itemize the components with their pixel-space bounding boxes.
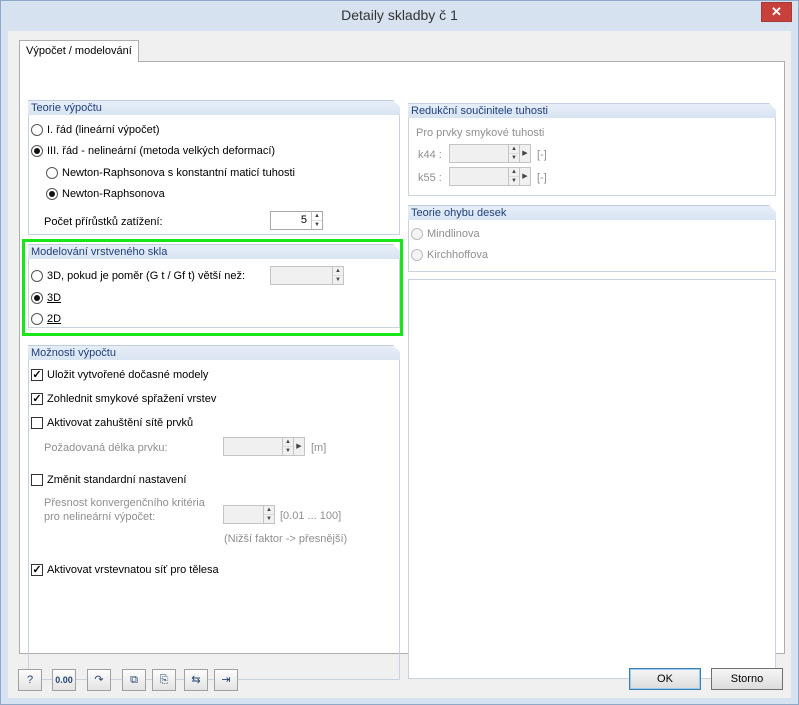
radio-icon[interactable]: [46, 188, 58, 200]
precision-hint: (Nižší faktor -> přesnější): [224, 533, 348, 545]
up-arrow-icon[interactable]: ▲: [283, 438, 293, 446]
k44-stepper[interactable]: ▲ ▼ ▶: [449, 144, 531, 163]
k55-stepper[interactable]: ▲ ▼ ▶: [449, 167, 531, 186]
k55-unit: [-]: [537, 172, 547, 184]
radio-icon[interactable]: [411, 249, 423, 261]
radio-label: III. řád - nelineární (metoda velkých de…: [47, 145, 276, 157]
precision-stepper[interactable]: ▲ ▼: [223, 505, 275, 524]
arrow-right-icon[interactable]: ▶: [519, 145, 530, 162]
increments-label: Počet přírůstků zatížení:: [44, 216, 163, 228]
radio-label: I. řád (lineární výpočet): [47, 124, 160, 136]
paste-icon: ⎘: [159, 674, 169, 686]
up-arrow-icon[interactable]: ▲: [312, 212, 322, 220]
up-arrow-icon[interactable]: ▲: [509, 168, 519, 176]
down-arrow-icon[interactable]: ▼: [312, 220, 322, 229]
group-moznosti-vypoctu: Možnosti výpočtu ✓ Uložit vytvořené doča…: [28, 345, 401, 680]
tab-vypocet-modelovani[interactable]: Výpočet / modelování: [19, 40, 139, 62]
ok-button[interactable]: OK: [629, 668, 701, 690]
k55-label: k55 :: [418, 172, 442, 184]
checkmark-icon[interactable]: ✓: [31, 564, 43, 576]
checkbox-shear-coupling[interactable]: ✓ Zohlednit smykové spřažení vrstev: [31, 393, 216, 405]
copy-button[interactable]: ⧉: [122, 669, 146, 691]
paste-button[interactable]: ⎘: [152, 669, 176, 691]
units-button[interactable]: 0.00: [52, 669, 76, 691]
radio-kirchhoff[interactable]: Kirchhoffova: [411, 249, 488, 261]
import-icon: ⇆: [191, 674, 201, 686]
element-length-unit: [m]: [311, 442, 327, 454]
checkbox-label: Aktivovat vrstevnatou síť pro tělesa: [47, 564, 219, 576]
down-arrow-icon[interactable]: ▼: [264, 514, 274, 523]
checkbox-icon[interactable]: [31, 474, 43, 486]
radio-icon[interactable]: [46, 167, 58, 179]
group-title: Teorie výpočtu: [28, 100, 401, 115]
group-title: Teorie ohybu desek: [408, 205, 777, 220]
group-title: Redukční součinitele tuhosti: [408, 103, 777, 118]
checkbox-mesh-refinement[interactable]: Aktivovat zahuštění sítě prvků: [31, 417, 193, 429]
arrow-right-icon[interactable]: ▶: [519, 168, 530, 185]
up-arrow-icon[interactable]: ▲: [509, 145, 519, 153]
export-icon: ⇥: [221, 674, 231, 686]
group-title: Možnosti výpočtu: [28, 345, 401, 360]
units-icon: 0.00: [55, 675, 73, 685]
checkbox-label: Zohlednit smykové spřažení vrstev: [47, 393, 217, 405]
help-icon: ?: [26, 674, 34, 686]
checkbox-layered-mesh[interactable]: ✓ Aktivovat vrstevnatou síť pro tělesa: [31, 564, 219, 576]
close-button[interactable]: ✕: [761, 2, 792, 22]
export-button[interactable]: ⇥: [214, 669, 238, 691]
radio-newton-constant[interactable]: Newton-Raphsonova s konstantní maticí tu…: [46, 167, 295, 179]
checkmark-icon[interactable]: ✓: [31, 369, 43, 381]
checkbox-label: Aktivovat zahuštění sítě prvků: [47, 417, 194, 429]
window-title: Detaily skladby č 1: [341, 7, 458, 23]
radio-first-order[interactable]: I. řád (lineární výpočet): [31, 124, 160, 136]
increments-stepper[interactable]: 5 ▲ ▼: [270, 211, 323, 230]
k44-unit: [-]: [537, 149, 547, 161]
dialog-client: Výpočet / modelování Teorie výpočtu I. ř…: [8, 31, 791, 698]
radio-third-order[interactable]: III. řád - nelineární (metoda velkých de…: [31, 145, 275, 157]
help-button[interactable]: ?: [18, 669, 42, 691]
radio-label: Kirchhoffova: [427, 249, 488, 261]
highlight-box: [22, 239, 403, 336]
checkbox-label: Změnit standardní nastavení: [47, 474, 187, 486]
radio-newton[interactable]: Newton-Raphsonova: [46, 188, 165, 200]
checkbox-icon[interactable]: [31, 417, 43, 429]
radio-label: Newton-Raphsonova: [62, 188, 165, 200]
empty-panel: [408, 279, 776, 679]
checkbox-change-defaults[interactable]: Změnit standardní nastavení: [31, 474, 186, 486]
tab-panel: Teorie výpočtu I. řád (lineární výpočet)…: [19, 61, 785, 680]
precision-label-line2: pro nelineární výpočet:: [44, 511, 156, 523]
increments-value[interactable]: 5: [271, 212, 311, 229]
radio-icon[interactable]: [31, 124, 43, 136]
precision-range: [0.01 ... 100]: [280, 510, 342, 522]
radio-icon[interactable]: [411, 228, 423, 240]
radio-label: Newton-Raphsonova s konstantní maticí tu…: [62, 167, 295, 179]
precision-label-line1: Přesnost konvergenčního kritéria: [44, 497, 205, 509]
group-teorie-vypoctu: Teorie výpočtu I. řád (lineární výpočet)…: [28, 100, 401, 235]
checkmark-icon[interactable]: ✓: [31, 393, 43, 405]
checkbox-label: Uložit vytvořené dočasné modely: [47, 369, 209, 381]
k44-label: k44 :: [418, 149, 442, 161]
dialog-window: Detaily skladby č 1 ✕ Výpočet / modelová…: [0, 0, 799, 705]
copy-icon: ⧉: [130, 674, 138, 686]
arrow-right-icon[interactable]: ▶: [293, 438, 304, 455]
import-button[interactable]: ⇆: [184, 669, 208, 691]
rotate-icon: ↷: [94, 674, 104, 686]
cancel-button[interactable]: Storno: [711, 668, 783, 690]
title-bar: Detaily skladby č 1 ✕: [1, 1, 798, 31]
radio-mindlin[interactable]: Mindlinova: [411, 228, 480, 240]
checkbox-save-temp-models[interactable]: ✓ Uložit vytvořené dočasné modely: [31, 369, 208, 381]
radio-icon[interactable]: [31, 145, 43, 157]
element-length-stepper[interactable]: ▲ ▼ ▶: [223, 437, 305, 456]
down-arrow-icon[interactable]: ▼: [509, 153, 519, 162]
element-length-label: Požadovaná délka prvku:: [44, 442, 168, 454]
group-teorie-ohybu: Teorie ohybu desek Mindlinova Kirchhoffo…: [408, 205, 777, 272]
group-redukcni-soucinitele: Redukční součinitele tuhosti Pro prvky s…: [408, 103, 777, 196]
rotate-button[interactable]: ↷: [87, 669, 111, 691]
radio-label: Mindlinova: [427, 228, 480, 240]
up-arrow-icon[interactable]: ▲: [264, 506, 274, 514]
down-arrow-icon[interactable]: ▼: [283, 446, 293, 455]
shear-stiffness-label: Pro prvky smykové tuhosti: [416, 127, 545, 139]
down-arrow-icon[interactable]: ▼: [509, 176, 519, 185]
